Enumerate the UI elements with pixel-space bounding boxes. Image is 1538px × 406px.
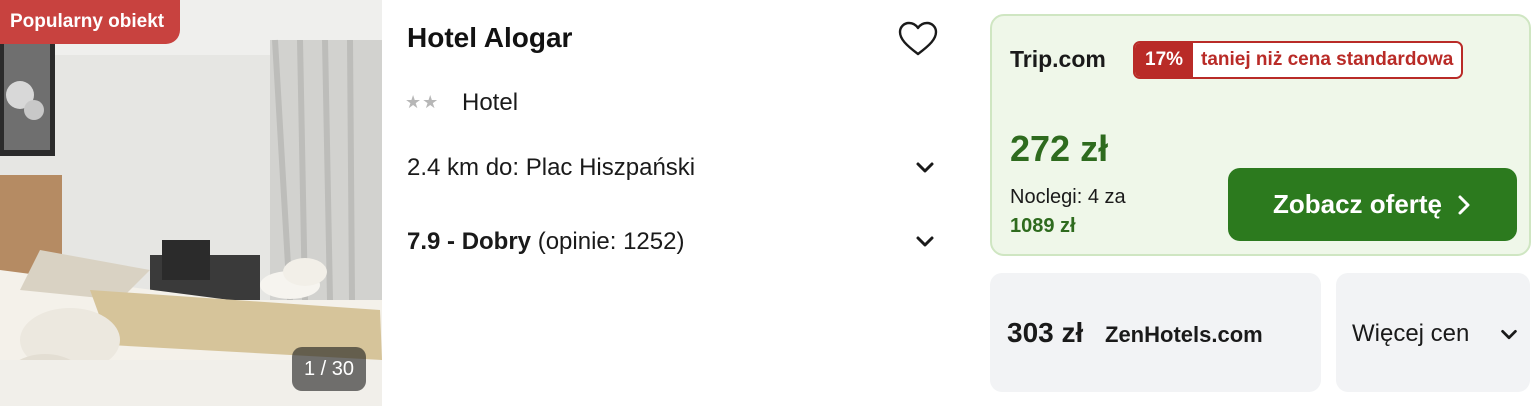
discount-percent: 17% bbox=[1135, 43, 1194, 77]
alt-offer-price: 303 zł bbox=[1007, 317, 1084, 348]
total-price: 1089 zł bbox=[1010, 215, 1076, 237]
deal-provider: Trip.com bbox=[1010, 46, 1106, 72]
rating-reviews: (opinie: 1252) bbox=[537, 228, 685, 255]
hotel-name[interactable]: Hotel Alogar bbox=[407, 22, 572, 54]
photo-counter: 1 / 30 bbox=[292, 347, 366, 391]
discount-badge: 17% taniej niż cena standardowa bbox=[1133, 41, 1464, 79]
favorite-button[interactable] bbox=[896, 18, 940, 62]
view-offer-button[interactable]: Zobacz ofertę bbox=[1228, 168, 1517, 241]
star-rating: ★★ bbox=[405, 92, 440, 112]
distance-row[interactable]: 2.4 km do: Plac Hiszpański bbox=[407, 150, 937, 186]
heart-icon bbox=[898, 21, 938, 56]
rating-row[interactable]: 7.9 - Dobry (opinie: 1252) bbox=[407, 224, 937, 260]
hotel-photo[interactable]: Popularny obiekt 1 / 30 bbox=[0, 0, 382, 406]
best-deal-card[interactable]: Trip.com 17% taniej niż cena standardowa… bbox=[990, 14, 1531, 256]
room-photo-image bbox=[0, 0, 382, 406]
chevron-right-icon bbox=[1458, 195, 1470, 214]
chevron-down-icon bbox=[916, 162, 934, 173]
chevron-down-icon bbox=[916, 236, 934, 247]
deal-price: 272 zł bbox=[1010, 128, 1109, 169]
chevron-down-icon bbox=[1501, 329, 1517, 340]
nights-text: Noclegi: 4 za bbox=[1010, 186, 1126, 208]
property-type: Hotel bbox=[462, 89, 519, 116]
more-prices-button[interactable]: Więcej cen bbox=[1336, 273, 1530, 392]
distance-text: 2.4 km do: Plac Hiszpański bbox=[407, 154, 696, 181]
view-offer-label: Zobacz ofertę bbox=[1272, 189, 1443, 219]
popular-badge: Popularny obiekt bbox=[0, 0, 181, 44]
discount-label: taniej niż cena standardowa bbox=[1193, 43, 1462, 77]
rating-score: 7.9 - Dobry bbox=[407, 228, 532, 255]
alt-offer-card[interactable]: 303 zł ZenHotels.com bbox=[990, 273, 1321, 392]
alt-offer-provider: ZenHotels.com bbox=[1105, 322, 1263, 347]
more-prices-label: Więcej cen bbox=[1352, 320, 1470, 347]
